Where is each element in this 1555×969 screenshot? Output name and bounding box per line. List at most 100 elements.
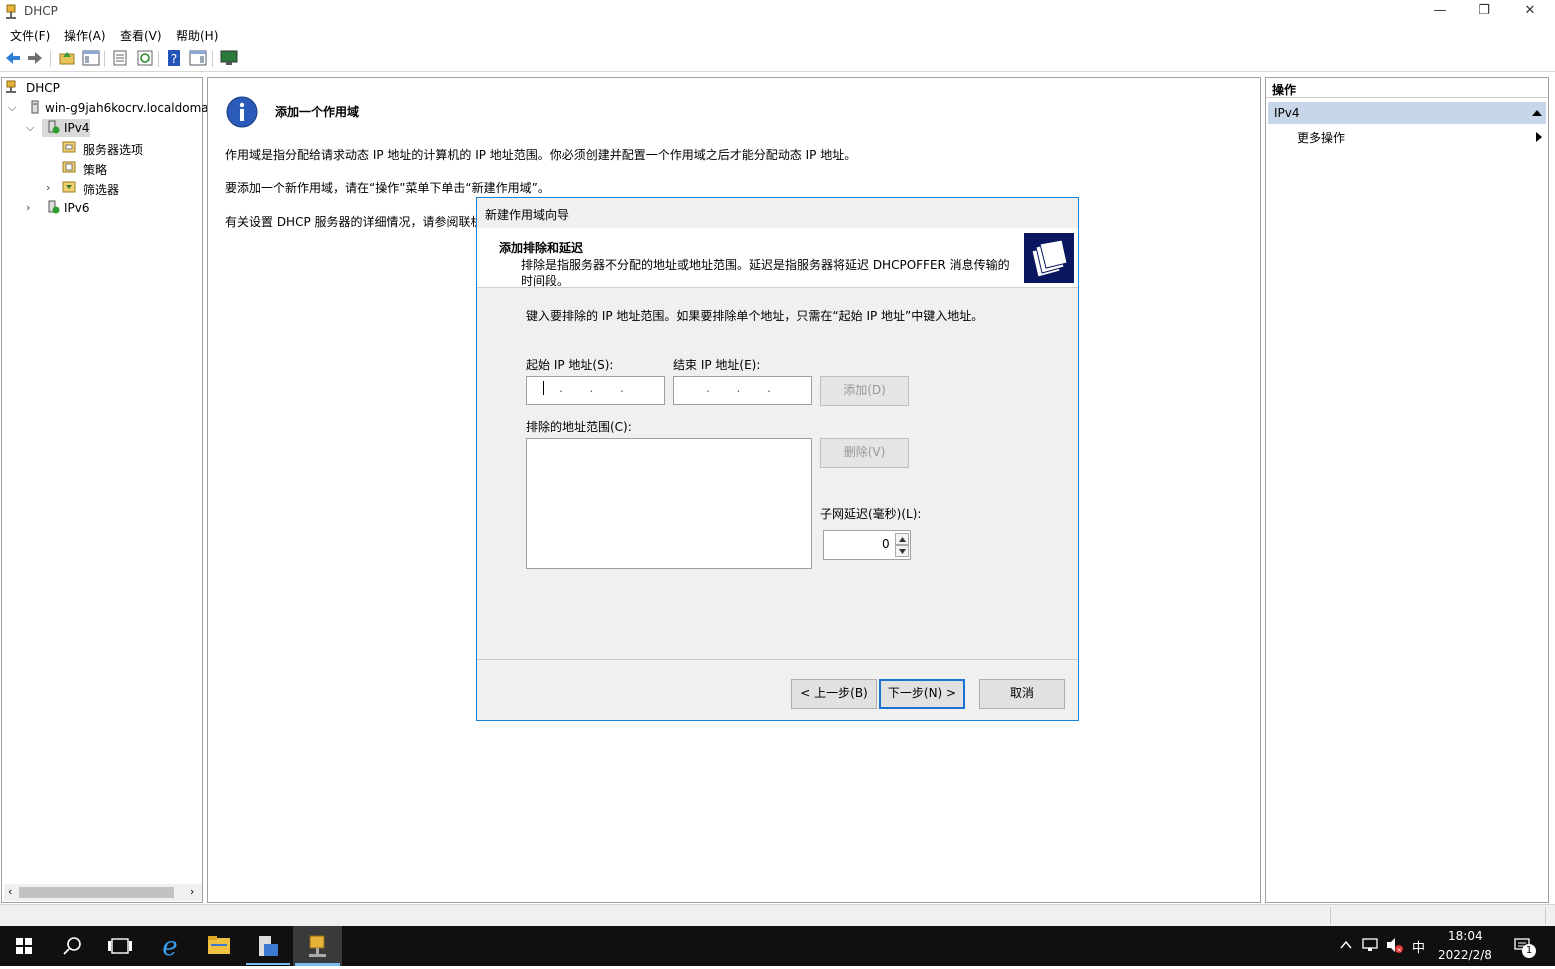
- more-actions-label: 更多操作: [1297, 131, 1346, 145]
- scroll-right-icon[interactable]: ›: [190, 885, 194, 898]
- actions-title: 操作: [1272, 83, 1297, 97]
- chevron-right-icon[interactable]: ›: [26, 201, 30, 214]
- windows-start-icon[interactable]: [0, 926, 48, 966]
- scroll-left-icon[interactable]: ‹: [8, 885, 12, 898]
- menu-file[interactable]: 文件(F): [10, 27, 50, 44]
- dhcp-tree-icon: [6, 80, 16, 93]
- submenu-arrow-icon: [1536, 132, 1542, 142]
- svg-text:×: ×: [1396, 946, 1402, 953]
- subnet-delay-label: 子网延迟(毫秒)(L):: [820, 507, 922, 521]
- back-arrow-icon[interactable]: [4, 49, 22, 67]
- internet-explorer-icon[interactable]: e: [146, 926, 194, 966]
- menu-view[interactable]: 查看(V): [120, 27, 162, 44]
- file-explorer-icon[interactable]: [195, 926, 243, 966]
- horizontal-scrollbar[interactable]: ‹ ›: [4, 884, 202, 901]
- show-hidden-icons-icon[interactable]: [1340, 940, 1352, 950]
- more-actions-item[interactable]: 更多操作: [1268, 126, 1546, 146]
- menu-help[interactable]: 帮助(H): [176, 27, 218, 44]
- search-icon[interactable]: [48, 926, 96, 966]
- ime-indicator[interactable]: 中: [1412, 937, 1425, 956]
- taskbar: e × 中 18:04 2022/2/8 1: [0, 926, 1555, 966]
- window-title: DHCP: [24, 4, 58, 18]
- network-icon[interactable]: [1362, 937, 1380, 953]
- start-ip-input[interactable]: . . .: [526, 376, 665, 405]
- tree-label-policies: 策略: [83, 163, 108, 177]
- close-button[interactable]: ✕: [1507, 0, 1553, 24]
- tree-label-server-options: 服务器选项: [83, 143, 144, 157]
- wizard-step-desc-2: 时间段。: [521, 274, 570, 288]
- clock-time[interactable]: 18:04: [1448, 929, 1483, 943]
- restore-button[interactable]: ❐: [1461, 0, 1507, 24]
- up-folder-icon[interactable]: [58, 49, 76, 67]
- filters-icon: [62, 181, 76, 193]
- start-ip-label: 起始 IP 地址(S):: [526, 358, 614, 372]
- ipv4-icon: [48, 120, 60, 134]
- dhcp-taskbar-active[interactable]: [293, 926, 342, 966]
- menu-action[interactable]: 操作(A): [64, 27, 106, 44]
- end-ip-input[interactable]: . . .: [673, 376, 812, 405]
- policies-icon: [62, 161, 76, 173]
- end-ip-label: 结束 IP 地址(E):: [673, 358, 761, 372]
- cancel-button[interactable]: 取消: [979, 679, 1065, 709]
- wizard-folders-icon: [1024, 233, 1074, 283]
- action-center-button[interactable]: 1: [1500, 934, 1540, 960]
- console-tree: DHCP ⌵ win-g9jah6kocrv.localdoma ⌵ IPv4 …: [1, 77, 209, 903]
- spin-down-icon[interactable]: [895, 545, 909, 557]
- actions-section-ipv4[interactable]: IPv4: [1268, 102, 1546, 124]
- wizard-step-title: 添加排除和延迟: [499, 241, 584, 255]
- dialog-title: 新建作用域向导: [485, 208, 570, 222]
- footer-divider: [477, 659, 1078, 660]
- dhcp-app-icon: [6, 4, 16, 19]
- server-options-icon: [62, 141, 76, 153]
- add-button[interactable]: 添加(D): [820, 376, 909, 406]
- spin-up-icon[interactable]: [895, 533, 909, 545]
- back-button[interactable]: < 上一步(B): [791, 679, 877, 709]
- svg-text:e: e: [162, 932, 177, 962]
- ipv6-icon: [48, 200, 60, 214]
- chevron-down-icon[interactable]: ⌵: [8, 101, 16, 115]
- excluded-range-label: 排除的地址范围(C):: [526, 420, 632, 434]
- clock-date[interactable]: 2022/2/8: [1438, 948, 1492, 962]
- tree-label-ipv6: IPv6: [64, 201, 90, 215]
- actions-section-label: IPv4: [1274, 106, 1300, 120]
- collapse-up-icon[interactable]: [1532, 109, 1542, 117]
- next-button[interactable]: 下一步(N) >: [879, 679, 965, 709]
- chevron-down-icon[interactable]: ⌵: [26, 121, 34, 135]
- text-cursor: [543, 381, 544, 395]
- properties-icon[interactable]: [111, 49, 129, 67]
- forward-arrow-icon[interactable]: [26, 49, 44, 67]
- server-manager-icon[interactable]: [244, 926, 292, 966]
- wizard-header: 添加排除和延迟 排除是指服务器不分配的地址或地址范围。延迟是指服务器将延迟 DH…: [477, 228, 1078, 288]
- svg-text:?: ?: [171, 52, 177, 66]
- actions-pane: 操作 IPv4 更多操作: [1265, 77, 1549, 903]
- description-add-scope: 要添加一个新作用域，请在“操作”菜单下单击“新建作用域”。: [225, 181, 550, 195]
- new-scope-wizard-dialog: 新建作用域向导 添加排除和延迟 排除是指服务器不分配的地址或地址范围。延迟是指服…: [476, 197, 1079, 721]
- task-view-icon[interactable]: [96, 926, 144, 966]
- description-scope: 作用域是指分配给请求动态 IP 地址的计算机的 IP 地址范围。你必须创建并配置…: [225, 148, 857, 162]
- delete-button[interactable]: 删除(V): [820, 438, 909, 468]
- subnet-delay-spinner[interactable]: 0: [823, 530, 911, 560]
- description-help: 有关设置 DHCP 服务器的详细情况，请参阅联机: [225, 215, 483, 229]
- subnet-delay-value: 0: [882, 537, 890, 551]
- info-icon: [226, 96, 258, 128]
- start-ip-dots: . . .: [559, 381, 624, 395]
- status-bar: [0, 904, 1555, 926]
- tree-label-server: win-g9jah6kocrv.localdoma: [45, 101, 209, 115]
- chevron-right-icon[interactable]: ›: [46, 181, 50, 194]
- tree-label-filters: 筛选器: [83, 183, 120, 197]
- volume-muted-icon[interactable]: ×: [1386, 937, 1404, 953]
- menu-bar: 文件(F) 操作(A) 查看(V) 帮助(H): [0, 24, 1555, 46]
- show-hide-tree-icon[interactable]: [82, 49, 100, 67]
- excluded-range-list[interactable]: [526, 438, 812, 569]
- refresh-icon[interactable]: [136, 49, 154, 67]
- wizard-step-desc-1: 排除是指服务器不分配的地址或地址范围。延迟是指服务器将延迟 DHCPOFFER …: [521, 258, 1010, 272]
- minimize-button[interactable]: —: [1417, 0, 1463, 24]
- scroll-thumb[interactable]: [19, 887, 174, 898]
- page-heading: 添加一个作用域: [275, 105, 360, 119]
- instruction-text: 键入要排除的 IP 地址范围。如果要排除单个地址，只需在“起始 IP 地址”中键…: [526, 309, 984, 323]
- toolbar: ?: [0, 46, 1555, 72]
- help-icon[interactable]: ?: [165, 49, 183, 67]
- action-pane-icon[interactable]: [189, 49, 207, 67]
- monitor-icon[interactable]: [220, 49, 238, 67]
- dhcp-taskbar-icon: [295, 935, 340, 966]
